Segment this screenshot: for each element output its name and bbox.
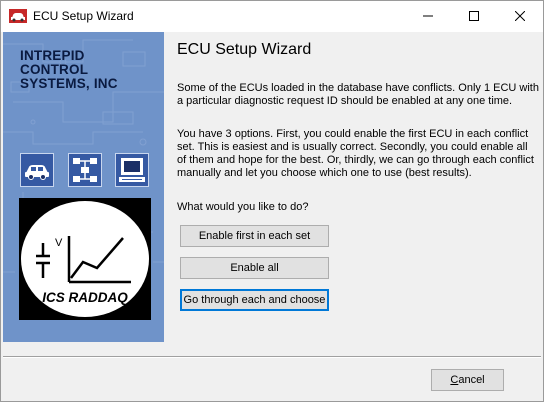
footer-divider [3,356,541,358]
close-button[interactable] [497,1,543,31]
company-name-line-3: SYSTEMS, INC [20,76,118,91]
company-name-line-1: INTREPID [20,48,85,63]
maximize-button[interactable] [451,1,497,31]
raddaq-logo-box: V ICS RADDAQ [19,198,151,320]
computer-icon [119,158,145,182]
intro-paragraph: Some of the ECUs loaded in the database … [177,82,539,107]
cancel-button[interactable]: Cancel [431,369,504,391]
computer-tile [115,153,149,187]
wizard-content: ECU Setup Wizard Some of the ECUs loaded… [164,32,543,342]
minimize-button[interactable] [405,1,451,31]
options-paragraph: You have 3 options. First, you could ena… [177,128,534,179]
enable-all-button[interactable]: Enable all [180,257,329,279]
go-through-button[interactable]: Go through each and choose [180,289,329,311]
ecu-setup-wizard-window: ECU Setup Wizard INTREPID CONTROL SYSTEM… [0,0,544,402]
enable-first-button[interactable]: Enable first in each set [180,225,329,247]
title-bar[interactable]: ECU Setup Wizard [1,1,543,32]
car-tile [20,153,54,187]
page-title: ECU Setup Wizard [177,41,312,58]
company-name-line-2: CONTROL [20,62,89,77]
minimize-icon [423,15,433,17]
logo-v-label: V [55,237,63,249]
close-icon [515,11,525,21]
logo-caption: ICS RADDAQ [42,290,128,305]
window-title: ECU Setup Wizard [33,9,134,23]
car-icon [25,165,49,180]
network-icon [73,158,97,182]
wizard-banner: INTREPID CONTROL SYSTEMS, INC V ICS RADD… [3,32,164,342]
cancel-accelerator: C [450,374,459,386]
cancel-label-rest: ancel [458,374,485,386]
company-name: INTREPID CONTROL SYSTEMS, INC [20,49,118,91]
network-tile [68,153,102,187]
car-icon [9,9,27,23]
maximize-icon [469,11,479,21]
question-label: What would you like to do? [177,201,309,213]
